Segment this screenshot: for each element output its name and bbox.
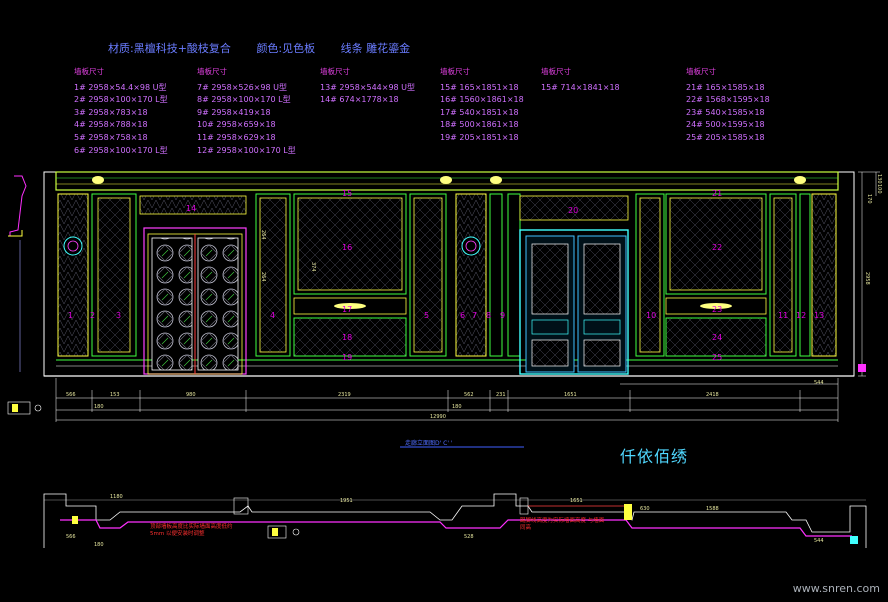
panel-number: 24 (712, 333, 722, 342)
dim-text: 1651 (570, 498, 583, 504)
dim-text: 180 (94, 542, 104, 548)
right-end-marker (858, 364, 866, 372)
dim-text: 566 (66, 392, 76, 398)
panel-number: 2 (90, 311, 95, 320)
panel-number: 10 (646, 311, 656, 320)
install-note: 踢脚线高度为实际墙面高度 与墙面同高 (520, 518, 605, 531)
section-label: 走廊立面图D' C' ' (405, 440, 453, 447)
plan-dim-labels: 1180 1951 1651 1588 630 544 566 528 180 (66, 494, 824, 548)
panel-number: 19 (342, 353, 352, 362)
dim-text: 180 (452, 404, 462, 410)
watermark: www.snren.com (792, 582, 880, 595)
panel-number: 4 (270, 311, 275, 320)
panel-number: 9 (500, 311, 505, 320)
panel-number: 14 (186, 204, 196, 213)
dim-text: 264 (260, 230, 266, 240)
panel-number: 13 (814, 311, 824, 320)
dim-text: 12990 (430, 414, 446, 420)
panel-number: 3 (116, 311, 121, 320)
dim-text: 1651 (564, 392, 577, 398)
drawing-title: 仟依佰绣 (620, 447, 689, 466)
panel-number: 8 (486, 311, 491, 320)
dim-text: 1951 (340, 498, 353, 504)
dim-text: 630 (640, 506, 650, 512)
left-wall-panels (57, 193, 503, 357)
panel-number: 6 (460, 311, 465, 320)
panel-number: 25 (712, 353, 722, 362)
dim-text: 544 (814, 538, 824, 544)
dim-text: 566 (66, 534, 76, 540)
panel-number: 11 (778, 311, 788, 320)
dim-text: 528 (464, 534, 474, 540)
install-note: 顶部墙板高度比实际墙面高度低约5mm 以便安装时调整 (150, 524, 233, 537)
bottom-dim-labels: 566 153 980 2319 562 231 1651 2418 544 1… (66, 380, 824, 420)
panel-number: 21 (712, 189, 722, 198)
panel-number: 15 (342, 189, 352, 198)
dim-text: 180 (94, 404, 104, 410)
left-lattice-door (143, 227, 247, 375)
panel-number: 22 (712, 243, 722, 252)
dim-text: 264 (260, 272, 266, 282)
dim-text: 130 (876, 174, 882, 184)
bottom-dimensions (55, 378, 839, 422)
dim-text: 544 (814, 380, 824, 386)
dim-text: 170 (866, 194, 872, 204)
dim-text: 980 (186, 392, 196, 398)
plan-section-view (43, 493, 867, 548)
dim-text: 231 (496, 392, 506, 398)
dim-text: 1588 (706, 506, 719, 512)
dim-text: 2958 (864, 272, 870, 285)
dim-text: 153 (110, 392, 120, 398)
dim-text: 100 (876, 184, 882, 194)
right-double-door (519, 229, 629, 375)
dim-text: 1180 (110, 494, 123, 500)
panel-number: 7 (472, 311, 477, 320)
dim-text: 562 (464, 392, 474, 398)
panel-number: 12 (796, 311, 806, 320)
dim-text: 2319 (338, 392, 351, 398)
panel-number: 23 (712, 305, 722, 314)
panel-number: 20 (568, 206, 578, 215)
panel-number: 18 (342, 333, 352, 342)
panel-number: 16 (342, 243, 352, 252)
elevation-drawing: 1 2 3 4 5 6 7 8 9 10 11 12 13 14 15 16 1… (7, 171, 882, 548)
panel-number: 5 (424, 311, 429, 320)
section-marker-plan (267, 525, 300, 539)
panel-number: 1 (68, 311, 73, 320)
section-marker-left (7, 401, 42, 415)
panel-number: 17 (342, 305, 352, 314)
dim-text: 374 (310, 262, 316, 272)
dim-text: 2418 (706, 392, 719, 398)
left-profile (8, 175, 27, 372)
